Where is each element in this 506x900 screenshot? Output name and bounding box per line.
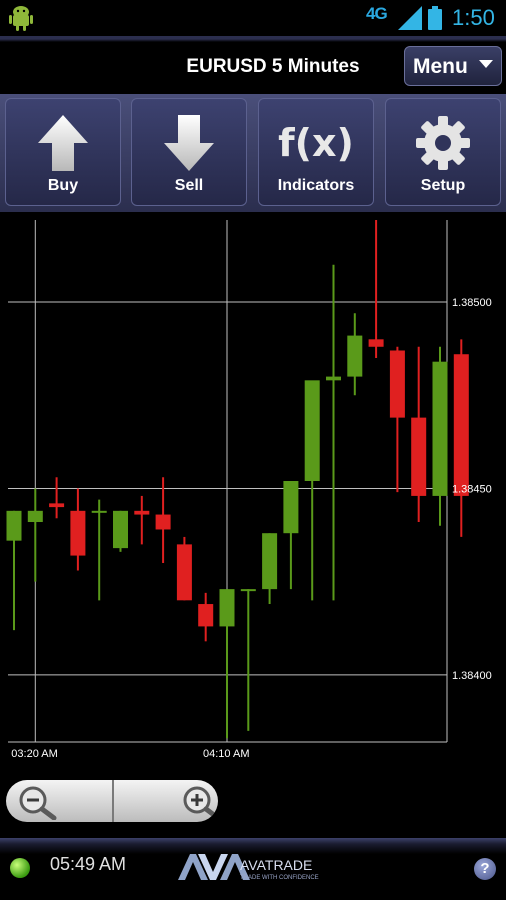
avatrade-logo: AVATRADE TRADE WITH CONFIDENCE: [178, 854, 319, 881]
candle-body: [113, 510, 128, 549]
caret-down-icon: [479, 60, 493, 68]
footer-time: 05:49 AM: [50, 854, 127, 874]
candle-body: [6, 510, 22, 541]
candle-body: [283, 481, 299, 534]
candle-body: [453, 354, 469, 496]
setup-button[interactable]: Setup: [385, 98, 501, 206]
candle-body: [134, 510, 150, 515]
brand-text: AVATRADE: [240, 857, 312, 873]
status-clock: 1:50: [452, 5, 495, 30]
candle-body: [240, 589, 256, 592]
arrow-down-icon: [164, 115, 214, 171]
title-bar: EURUSD 5 Minutes Menu: [0, 36, 506, 94]
candle-body: [49, 503, 65, 508]
candle-body: [432, 361, 448, 496]
candle-body: [155, 514, 171, 530]
status-bar: 4G 1:50: [0, 0, 506, 36]
page-title: EURUSD 5 Minutes: [186, 56, 360, 77]
fx-icon: f(x): [278, 121, 354, 165]
network-type: 4G: [366, 4, 388, 23]
x-tick-label: 03:20 AM: [11, 748, 57, 760]
toolbar: Buy Sell f(x) Indicators Setup: [0, 94, 506, 212]
candle-body: [304, 380, 320, 481]
footer-bar: 05:49 AM AVATRADE TRADE WITH CONFIDENCE …: [0, 838, 506, 900]
help-icon[interactable]: ?: [474, 858, 496, 880]
battery-icon: [428, 6, 442, 30]
candle-body: [198, 604, 214, 627]
y-tick-label: 1.38500: [452, 297, 492, 309]
candle-body: [27, 510, 43, 523]
gear-icon: [416, 116, 470, 170]
zoom-out-icon: [19, 786, 57, 820]
candle-body: [70, 510, 86, 556]
price-chart[interactable]: 1.38500 1.38450 1.38400 03:20 AM 04:10 AM: [0, 212, 506, 772]
menu-label: Menu: [413, 55, 468, 78]
buy-button[interactable]: Buy: [5, 98, 121, 206]
buy-label: Buy: [47, 177, 79, 194]
zoom-out-button[interactable]: [6, 780, 112, 822]
candle-body: [347, 335, 363, 377]
candle-body: [326, 376, 341, 381]
candle-body: [91, 510, 107, 513]
zoom-in-icon: [183, 786, 218, 820]
zoom-in-button[interactable]: [114, 780, 218, 822]
y-tick-label: 1.38400: [452, 670, 492, 682]
zoom-control: [6, 780, 218, 822]
indicators-label: Indicators: [277, 177, 355, 194]
indicators-button[interactable]: f(x) Indicators: [258, 98, 374, 206]
menu-button[interactable]: Menu: [404, 46, 502, 86]
x-tick-label: 04:10 AM: [203, 748, 249, 760]
candle-body: [262, 533, 278, 590]
candle-body: [219, 589, 235, 627]
sell-label: Sell: [174, 177, 204, 194]
sell-button[interactable]: Sell: [131, 98, 247, 206]
connection-status-icon: [10, 858, 30, 878]
candle-body: [176, 544, 192, 601]
candle-body: [411, 417, 427, 496]
candle-body: [368, 339, 384, 347]
y-tick-label: 1.38450: [452, 483, 492, 495]
android-icon: [9, 6, 33, 31]
tagline-text: TRADE WITH CONFIDENCE: [240, 875, 319, 881]
signal-icon: [398, 6, 422, 30]
arrow-up-icon: [38, 115, 88, 171]
setup-label: Setup: [420, 177, 466, 194]
candle-body: [389, 350, 405, 418]
